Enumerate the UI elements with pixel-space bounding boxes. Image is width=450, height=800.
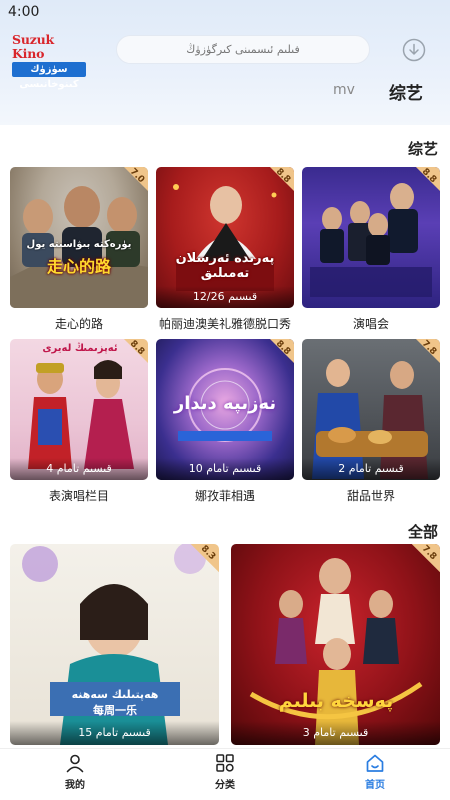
nav-item-home[interactable]: 首页 [345,753,405,791]
download-icon[interactable] [402,38,426,62]
episode-label: 12/26 قىسىم [156,286,294,308]
rating-badge: 8.3 [179,544,219,584]
card-caption: 演唱会 [352,317,389,331]
poster-subtitle: يۈرەكتە بىۋاسىتە يول [26,239,132,250]
app-logo[interactable]: Suzuk Kino سۈزۈك كىنوخانىسى [12,32,86,90]
rating-badge: 8.8 [260,339,294,373]
poster-image: 7.8 2 قىسىم تامام [302,339,440,480]
card-caption: 甜品世界 [346,489,395,503]
card-caption: 娜孜菲相遇 [194,489,255,503]
poster-image: يۈرەكتە بىۋاسىتە يول 走心的路 7.0 [10,167,148,308]
bottom-nav: 我的 分类 首页 [0,748,450,800]
episode-label: 2 قىسىم تامام [302,458,440,480]
variety-card[interactable]: پەرىدە ئەرسلان تەمىلىق 8.8 12/26 قىسىم 帕… [156,167,294,332]
nav-item-mine[interactable]: 我的 [45,753,105,791]
nav-label: 首页 [365,780,385,791]
nav-item-category[interactable]: 分类 [195,753,255,791]
card-caption: 表演唱栏目 [48,489,109,503]
tab-mv[interactable]: mv [333,82,355,98]
episode-label: 4 قىسىم تامام [10,458,148,480]
poster-title: 走心的路 [46,257,111,276]
logo-title: Suzuk Kino [12,32,54,61]
logo-subtitle: سۈزۈك كىنوخانىسى [12,62,86,90]
poster-title: نەزىپە دىدار [173,393,277,414]
variety-card[interactable]: 8.8 演唱会 [302,167,440,332]
grid-icon [216,754,234,772]
episode-label: 10 قىسىم تامام [156,458,294,480]
variety-card[interactable]: ئەپزىمىڭ لەيرى 8.8 4 قىسىم تامام 表演唱栏目 [10,339,148,504]
home-icon [366,754,384,772]
poster-subtitle: 每周一乐 [93,704,137,717]
poster-title: ھەپتىلىك سەھنە [71,688,159,701]
poster-title: پەرىدە ئەرسلان تەمىلىق [175,251,275,281]
header: 4:00 Suzuk Kino سۈزۈك كىنوخانىسى mv 综艺 [0,0,450,125]
episode-label: 3 قىسىم تامام [231,721,440,745]
search-input[interactable] [117,36,369,63]
card-caption: 帕丽迪澳美礼雅德脱口秀 [158,317,291,331]
variety-card[interactable]: نەزىپە دىدار 8.8 10 قىسىم تامام 娜孜菲相遇 [156,339,294,504]
section-title-all: 全部 [408,523,439,541]
rating-badge: 8.8 [260,167,294,201]
poster-image: پەرىدە ئەرسلان تەمىلىق 8.8 12/26 قىسىم [156,167,294,308]
rating-badge: 7.8 [406,339,440,373]
section-title-variety: 综艺 [408,140,439,158]
rating-badge: 8.8 [114,339,148,373]
episode-label: 15 قىسىم تامام [10,721,219,745]
variety-card[interactable]: يۈرەكتە بىۋاسىتە يول 走心的路 7.0 走心的路 [10,167,148,332]
rating-badge: 8.8 [406,167,440,201]
user-icon [66,754,84,773]
rating-badge: 7.0 [114,167,148,201]
poster-title: پەسخە بىلىم [278,690,394,712]
poster-image: ئەپزىمىڭ لەيرى 8.8 4 قىسىم تامام [10,339,148,480]
card-caption: 走心的路 [54,317,103,331]
rating-badge: 7.8 [400,544,440,584]
poster-image: نەزىپە دىدار 8.8 10 قىسىم تامام [156,339,294,480]
nav-label: 我的 [65,780,85,791]
all-card[interactable]: ھەپتىلىك سەھنە 每周一乐 8.3 15 قىسىم تامام [10,544,219,745]
variety-card[interactable]: 7.8 2 قىسىم تامام 甜品世界 [302,339,440,504]
nav-label: 分类 [215,780,235,791]
poster-image: 8.8 [302,167,440,308]
search-bar[interactable] [116,35,370,64]
tab-variety[interactable]: 综艺 [389,79,423,104]
all-card[interactable]: پەسخە بىلىم 7.8 3 قىسىم تامام [231,544,440,745]
status-time: 4:00 [8,4,40,20]
